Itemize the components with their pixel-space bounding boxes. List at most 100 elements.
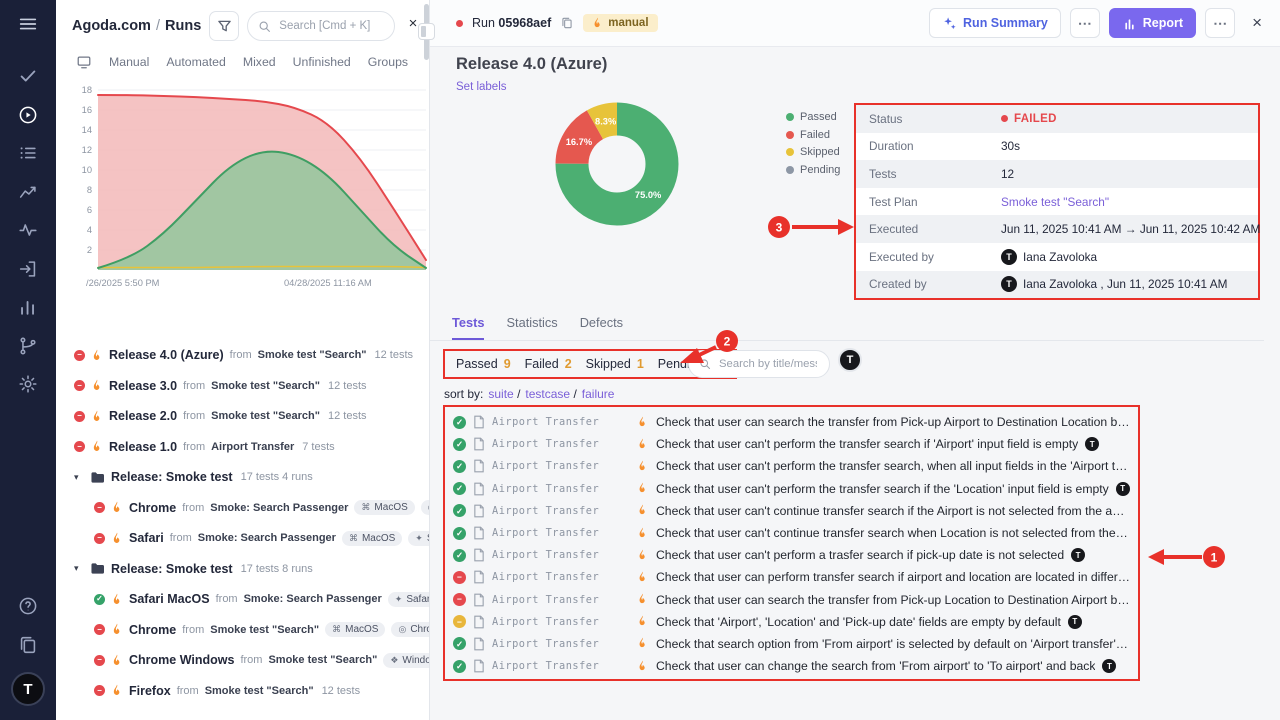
tests-search-input[interactable] <box>717 357 819 371</box>
runs-icon[interactable] <box>17 104 39 126</box>
test-row[interactable]: − Airport Transfer Check that user can s… <box>445 589 1138 611</box>
panel-toggle-button[interactable] <box>418 23 435 40</box>
test-row[interactable]: ✓ Airport Transfer Check that user can't… <box>445 544 1138 566</box>
funnel-icon <box>217 19 232 34</box>
status-filter[interactable]: Failed 2 <box>525 357 572 371</box>
env-badge: ⌘MacOS <box>354 500 414 515</box>
runs-search <box>247 11 395 41</box>
svg-text:12: 12 <box>82 145 92 155</box>
set-labels-link[interactable]: Set labels <box>456 81 507 93</box>
run-list-item[interactable]: − Firefox from Smoke test "Search" 12 te… <box>56 676 429 707</box>
sort-link[interactable]: failure <box>582 387 615 401</box>
chevron-down-icon[interactable]: ▾ <box>74 472 84 483</box>
more-button-secondary[interactable]: ⋯ <box>1205 8 1235 38</box>
status-filter[interactable]: Passed 9 <box>456 357 511 371</box>
run-list-item[interactable]: − Release 2.0 from Smoke test "Search" 1… <box>56 401 429 432</box>
sort-link[interactable]: suite <box>488 387 513 401</box>
assignee-filter-avatar[interactable]: T <box>838 348 862 372</box>
test-title: Check that search option from 'From airp… <box>656 637 1130 651</box>
run-summary-button[interactable]: Run Summary <box>929 8 1061 38</box>
flame-icon <box>111 684 123 697</box>
runs-filter-tab[interactable]: Unfinished <box>293 55 351 69</box>
runs-filter-tab[interactable]: Automated <box>166 55 225 69</box>
info-value-text: 12 <box>1001 167 1014 181</box>
run-detail: Run 05968aef manual Run Summary ⋯ Report… <box>430 0 1280 720</box>
test-row[interactable]: ✓ Airport Transfer Check that user can't… <box>445 522 1138 544</box>
run-list-item[interactable]: ▾ Release: Smoke test 17 tests 4 runs <box>56 462 429 493</box>
more-button[interactable]: ⋯ <box>1070 8 1100 38</box>
flame-icon <box>111 654 123 667</box>
app-window: T Agoda.com / Runs × ManualAutomatedMixe… <box>0 0 1280 720</box>
run-source: Smoke test "Search" <box>268 654 377 666</box>
test-row[interactable]: ✓ Airport Transfer Check that user can't… <box>445 500 1138 522</box>
tests-icon[interactable] <box>17 65 39 87</box>
filter-button[interactable] <box>209 11 239 41</box>
report-button[interactable]: Report <box>1109 8 1196 38</box>
avatar: T <box>1001 276 1017 292</box>
settings-gear-icon[interactable] <box>17 373 39 395</box>
search-icon <box>258 20 271 33</box>
chevron-down-icon[interactable]: ▾ <box>74 563 84 574</box>
detail-tab[interactable]: Statistics <box>506 315 557 340</box>
run-meta: 12 tests <box>328 410 367 422</box>
analytics-icon[interactable] <box>17 181 39 203</box>
run-list-item[interactable]: − Safari from Smoke: Search Passenger ⌘M… <box>56 523 429 554</box>
test-row[interactable]: ✓ Airport Transfer Check that user can't… <box>445 478 1138 500</box>
flame-icon <box>637 527 649 540</box>
runs-trend-chart: 18161412108642 /26/2025 5:50 PM 04/28/20… <box>56 79 429 287</box>
run-source: Airport Transfer <box>211 441 294 453</box>
info-label: Duration <box>856 139 1001 153</box>
test-row[interactable]: − Airport Transfer Check that user can p… <box>445 566 1138 588</box>
close-run-button[interactable]: × <box>1248 13 1266 33</box>
trend-chart-svg: 18161412108642 <box>56 79 428 275</box>
run-list-item[interactable]: − Release 1.0 from Airport Transfer 7 te… <box>56 432 429 463</box>
runs-filter-tab[interactable]: Mixed <box>243 55 276 69</box>
status-filter-count: 2 <box>565 357 572 371</box>
test-row[interactable]: ✓ Airport Transfer Check that user can't… <box>445 433 1138 455</box>
user-avatar[interactable]: T <box>11 672 45 706</box>
flame-icon <box>637 615 649 628</box>
runs-filter-tabs: Manual Automated Mixed Unfinished Groups <box>56 47 429 79</box>
run-list-item[interactable]: − Chrome from Smoke test "Search" ⌘MacOS… <box>56 615 429 646</box>
test-title: Check that user can't perform a trasfer … <box>656 548 1064 562</box>
docs-copy-icon[interactable] <box>17 634 39 656</box>
run-list-item[interactable]: ▾ Release: Smoke test 17 tests 8 runs <box>56 554 429 585</box>
test-title: Check that user can search the transfer … <box>656 415 1130 429</box>
test-assignee-avatar: T <box>1071 548 1085 562</box>
env-badge: ✦Safari <box>388 592 429 607</box>
test-row[interactable]: ✓ Airport Transfer Check that search opt… <box>445 633 1138 655</box>
flame-icon <box>637 416 649 429</box>
breadcrumb-project[interactable]: Agoda.com <box>72 18 151 34</box>
run-from-label: from <box>216 593 238 605</box>
testcase-doc-icon <box>473 526 485 540</box>
detail-tab[interactable]: Defects <box>580 315 623 340</box>
help-icon[interactable] <box>17 595 39 617</box>
info-label: Test Plan <box>856 195 1001 209</box>
run-list-item[interactable]: ✓ Safari MacOS from Smoke: Search Passen… <box>56 584 429 615</box>
run-list-item[interactable]: − Release 4.0 (Azure) from Smoke test "S… <box>56 340 429 371</box>
sort-link[interactable]: testcase <box>525 387 570 401</box>
env-badge: ◎Chrome <box>391 622 429 637</box>
activity-icon[interactable] <box>17 219 39 241</box>
test-row[interactable]: ✓ Airport Transfer Check that user can't… <box>445 455 1138 477</box>
sort-options: suite /testcase /failure <box>488 387 614 401</box>
suites-icon[interactable] <box>17 142 39 164</box>
test-row[interactable]: ✓ Airport Transfer Check that user can c… <box>445 655 1138 677</box>
run-list-item[interactable]: − Release 3.0 from Smoke test "Search" 1… <box>56 371 429 402</box>
copy-icon[interactable] <box>560 16 574 30</box>
detail-tab[interactable]: Tests <box>452 315 484 340</box>
import-icon[interactable] <box>17 258 39 280</box>
flame-icon <box>111 501 123 514</box>
menu-icon[interactable] <box>17 13 39 35</box>
reports-icon[interactable] <box>17 296 39 318</box>
runs-filter-tab[interactable]: Groups <box>368 55 408 69</box>
runs-filter-tab[interactable]: Manual <box>109 55 149 69</box>
view-icon[interactable] <box>76 54 92 70</box>
status-filter[interactable]: Skipped 1 <box>586 357 644 371</box>
run-list-item[interactable]: − Chrome Windows from Smoke test "Search… <box>56 645 429 676</box>
branches-icon[interactable] <box>17 335 39 357</box>
run-list-item[interactable]: − Chrome from Smoke: Search Passenger ⌘M… <box>56 493 429 524</box>
test-row[interactable]: ✓ Airport Transfer Check that user can s… <box>445 411 1138 433</box>
test-row[interactable]: − Airport Transfer Check that 'Airport',… <box>445 611 1138 633</box>
runs-search-input[interactable] <box>277 19 384 33</box>
